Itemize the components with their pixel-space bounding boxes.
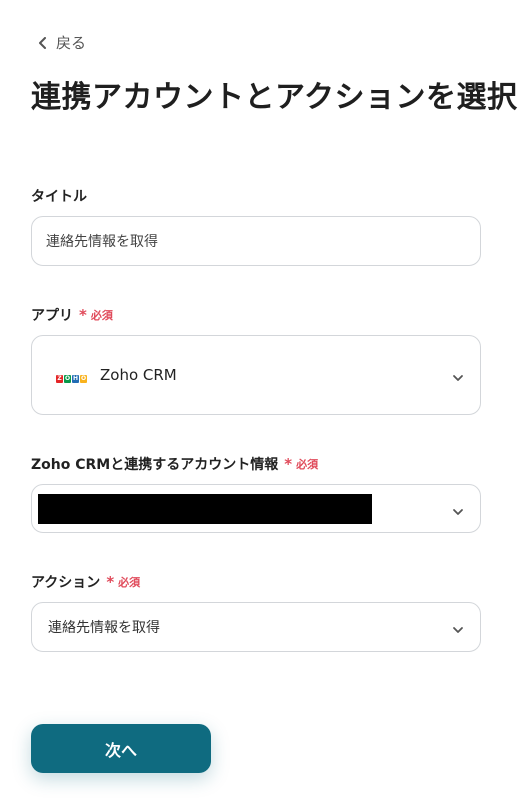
back-label: 戻る	[56, 34, 87, 52]
selected-action: 連絡先情報を取得	[48, 620, 160, 636]
app-field-label: アプリ * 必須	[31, 305, 113, 325]
selected-app-name: Zoho CRM	[100, 366, 177, 384]
chevron-left-icon	[38, 36, 48, 49]
required-asterisk: *	[79, 306, 87, 324]
title-input-wrapper	[31, 216, 481, 266]
chevron-down-icon	[452, 621, 464, 640]
chevron-down-icon	[452, 503, 464, 522]
app-label-text: アプリ	[31, 308, 73, 324]
app-select[interactable]: Z O H O Zoho CRM	[31, 335, 481, 415]
next-button[interactable]: 次へ	[31, 724, 211, 773]
page: 戻る 連携アカウントとアクションを選択 タイトル アプリ * 必須 Z O H …	[0, 0, 529, 810]
title-label-text: タイトル	[31, 189, 87, 205]
chevron-down-icon	[452, 369, 464, 388]
required-badge: 必須	[118, 576, 141, 589]
title-input[interactable]	[46, 233, 466, 249]
required-badge: 必須	[296, 458, 319, 471]
back-link[interactable]: 戻る	[38, 32, 86, 53]
action-field-label: アクション * 必須	[31, 572, 140, 592]
title-field-label: タイトル	[31, 186, 87, 206]
page-title: 連携アカウントとアクションを選択	[31, 80, 518, 115]
required-asterisk: *	[284, 455, 293, 473]
account-select[interactable]	[31, 484, 481, 533]
account-label-text: Zoho CRMと連携するアカウント情報	[31, 457, 279, 473]
required-badge: 必須	[90, 309, 113, 322]
account-field-label: Zoho CRMと連携するアカウント情報 * 必須	[31, 454, 318, 474]
action-select[interactable]: 連絡先情報を取得	[31, 602, 481, 652]
required-asterisk: *	[106, 573, 115, 591]
redacted-account-value	[38, 494, 372, 524]
zoho-logo-icon: Z O H O	[56, 375, 87, 383]
action-label-text: アクション	[31, 575, 101, 591]
